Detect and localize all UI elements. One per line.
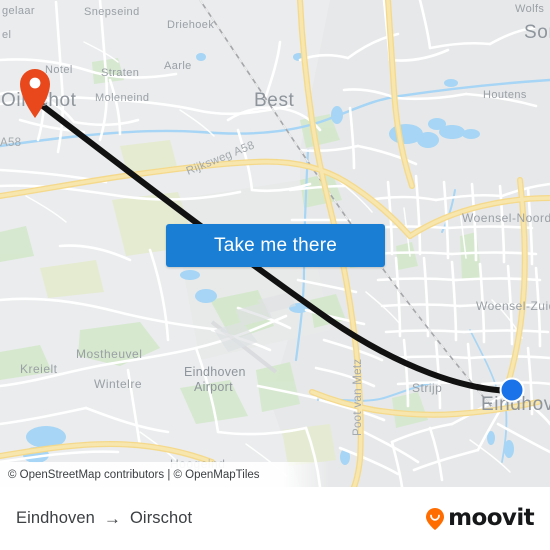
map-label: A58 [0,137,21,149]
moovit-pin-icon [426,507,445,530]
route-summary: Eindhoven → Oirschot [16,509,192,528]
take-me-there-button[interactable]: Take me there [166,224,385,267]
map-label: Kreielt [20,362,58,376]
map-label: Straten [101,67,139,79]
footer-bar: Eindhoven → Oirschot moovit [0,487,550,550]
moovit-wordmark: moovit [448,505,534,531]
map-label: Best [254,90,295,111]
moovit-route-map-screen: gelaar el Snepseind Driehoek Notel Straten Aar… [0,0,550,550]
route-destination-label: Oirschot [130,509,193,527]
map-label: Wolfs [515,3,544,15]
map-label: Houtens [483,89,527,101]
map-label: Hoogeind [170,457,225,471]
map-label: Son [524,22,550,43]
map-label: el [2,29,11,41]
map-label: Strijp [412,381,442,395]
map-label: Airport [194,380,233,394]
moovit-logo[interactable]: moovit [424,505,535,531]
map-label: Notel [45,64,73,76]
map-label: Woensel-Noord [462,211,550,225]
map-canvas[interactable]: gelaar el Snepseind Driehoek Notel Straten Aar… [0,0,550,487]
map-label: Moleneind [95,92,149,104]
route-origin-label: Eindhoven [16,509,95,527]
map-label: Woensel-Zuid [476,299,550,313]
map-label: Poot van Metz [352,359,364,436]
map-label: Driehoek [167,19,214,31]
map-label: Eindhoven [184,365,246,379]
map-label: Snepseind [84,6,140,18]
origin-marker-dot [499,377,525,403]
map-label: Wintelre [94,377,142,391]
map-label: gelaar [2,5,35,17]
map-label: Aarle [164,60,192,72]
map-label: Mostheuvel [76,347,142,361]
arrow-right-icon: → [103,509,121,528]
